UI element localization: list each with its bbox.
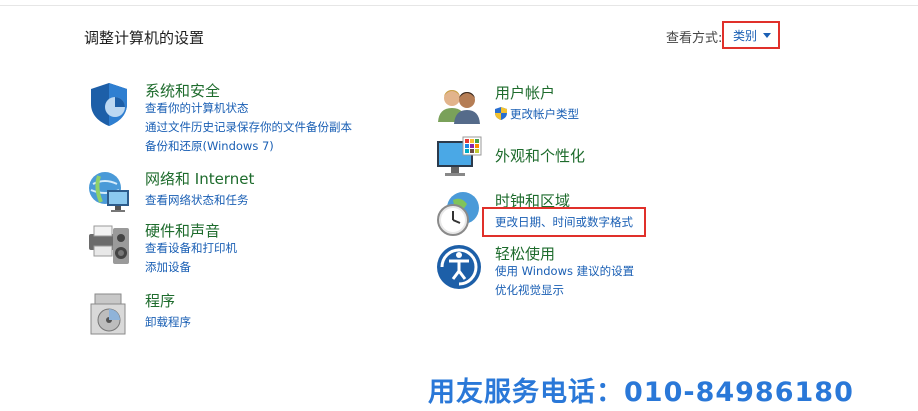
- link-view-computer-status[interactable]: 查看你的计算机状态: [145, 100, 249, 116]
- view-by-value: 类别: [733, 28, 758, 43]
- category-hardware-sound: 硬件和声音 查看设备和打印机 添加设备: [85, 220, 405, 276]
- link-change-account-type-label: 更改帐户类型: [510, 107, 579, 121]
- programs-disc-icon: [85, 290, 133, 338]
- link-change-account-type[interactable]: 更改帐户类型: [495, 106, 579, 123]
- view-by-label: 查看方式:: [666, 31, 723, 46]
- category-system-security: 系统和安全 查看你的计算机状态 通过文件历史记录保存你的文件备份副本 备份和还原…: [85, 80, 405, 160]
- top-divider: [0, 5, 918, 6]
- category-user-accounts: 用户帐户 更改帐户类型: [435, 82, 755, 130]
- clock-globe-icon: [435, 190, 483, 238]
- highlight-date-time-link: [482, 207, 646, 237]
- link-windows-suggested-settings[interactable]: 使用 Windows 建议的设置: [495, 263, 634, 279]
- category-programs: 程序 卸载程序: [85, 290, 405, 338]
- printer-speaker-icon: [85, 220, 133, 268]
- category-title-hardware-sound[interactable]: 硬件和声音: [145, 220, 220, 241]
- network-globe-icon: [85, 168, 133, 216]
- category-ease-of-access: 轻松使用 使用 Windows 建议的设置 优化视觉显示: [435, 243, 755, 299]
- link-uninstall-program[interactable]: 卸载程序: [145, 314, 191, 330]
- category-title-appearance-personalization[interactable]: 外观和个性化: [495, 145, 585, 166]
- category-title-system-security[interactable]: 系统和安全: [145, 80, 220, 101]
- shield-icon: [85, 80, 133, 128]
- category-appearance-personalization: 外观和个性化: [435, 135, 755, 183]
- uac-shield-icon: [495, 107, 507, 123]
- link-network-status[interactable]: 查看网络状态和任务: [145, 192, 249, 208]
- link-devices-printers[interactable]: 查看设备和打印机: [145, 240, 237, 256]
- users-icon: [435, 82, 483, 130]
- link-backup-restore[interactable]: 备份和还原(Windows 7): [145, 138, 274, 154]
- link-optimize-visual-display[interactable]: 优化视觉显示: [495, 282, 564, 298]
- chevron-down-icon: [763, 32, 772, 38]
- view-by-dropdown[interactable]: 类别: [722, 21, 780, 49]
- link-add-device[interactable]: 添加设备: [145, 259, 191, 275]
- service-phone-banner: 用友服务电话：010-84986180: [428, 377, 854, 408]
- category-title-user-accounts[interactable]: 用户帐户: [495, 82, 555, 103]
- category-network-internet: 网络和 Internet 查看网络状态和任务: [85, 168, 405, 216]
- category-title-ease-of-access[interactable]: 轻松使用: [495, 243, 555, 264]
- ease-of-access-icon: [435, 243, 483, 291]
- category-title-programs[interactable]: 程序: [145, 290, 175, 311]
- link-file-history-backup[interactable]: 通过文件历史记录保存你的文件备份副本: [145, 119, 352, 135]
- monitor-palette-icon: [435, 135, 483, 183]
- category-title-network-internet[interactable]: 网络和 Internet: [145, 168, 254, 189]
- page-title: 调整计算机的设置: [84, 29, 205, 47]
